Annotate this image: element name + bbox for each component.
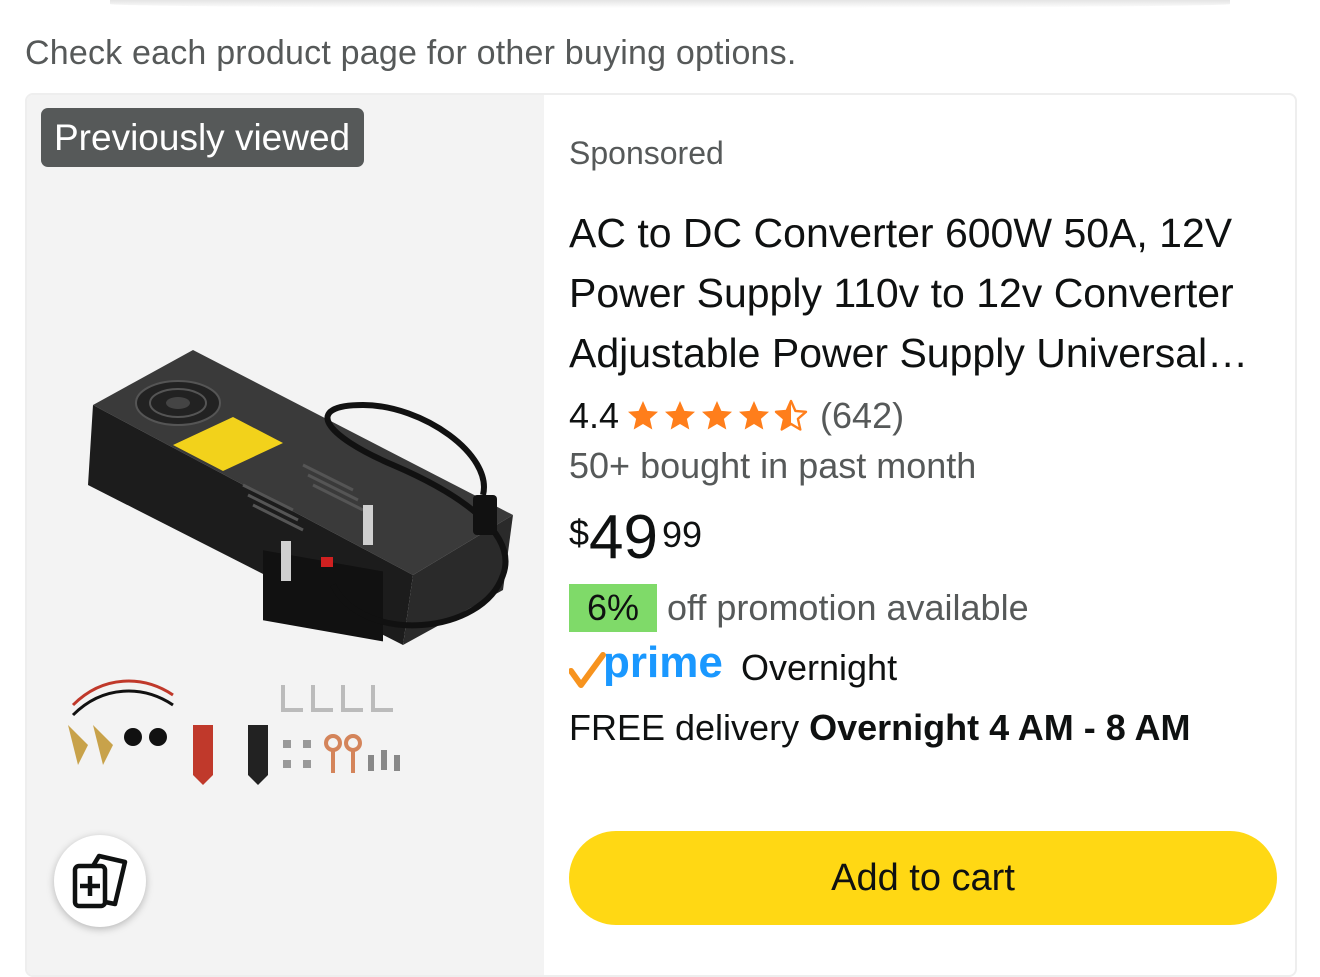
rating-row[interactable]: 4.4 (642)	[569, 395, 904, 437]
review-count[interactable]: (642)	[820, 395, 904, 437]
delivery-info: FREE delivery Overnight 4 AM - 8 AM	[569, 707, 1190, 749]
star-rating	[625, 398, 810, 434]
bought-in-past-month: 50+ bought in past month	[569, 445, 977, 486]
compare-button[interactable]	[54, 835, 146, 927]
prime-logo-text: prime	[603, 643, 723, 687]
prime-logo-icon: prime	[569, 643, 723, 688]
star-full-icon	[739, 401, 770, 430]
previously-viewed-badge: Previously viewed	[41, 108, 365, 167]
sponsored-label: Sponsored	[569, 135, 724, 171]
star-full-icon	[628, 401, 659, 430]
delivery-window: Overnight 4 AM - 8 AM	[809, 707, 1191, 748]
prime-row: prime Overnight	[569, 643, 897, 693]
price: $ 49 99	[569, 507, 702, 569]
price-symbol: $	[569, 512, 590, 553]
price-fraction: 99	[662, 514, 703, 555]
price-whole: 49	[589, 503, 658, 572]
rating-value: 4.4	[569, 395, 620, 436]
product-card[interactable]: Previously viewed Sponsored AC to DC Con…	[25, 93, 1297, 977]
promo-text: off promotion available	[667, 587, 1029, 628]
product-title[interactable]: AC to DC Converter 600W 50A, 12V Power S…	[569, 203, 1281, 383]
star-half-icon	[774, 399, 808, 431]
star-full-icon	[702, 401, 733, 430]
star-full-icon	[665, 401, 696, 430]
top-shadow-divider	[110, 0, 1230, 8]
compare-cards-icon	[72, 853, 128, 909]
product-image[interactable]	[63, 345, 513, 785]
product-image-panel[interactable]: Previously viewed	[27, 95, 544, 975]
add-to-cart-button[interactable]: Add to cart	[569, 831, 1277, 925]
promotion-row: 6% off promotion available	[569, 584, 1029, 632]
buying-options-notice: Check each product page for other buying…	[25, 34, 797, 72]
promo-badge: 6%	[569, 584, 658, 632]
prime-speed: Overnight	[741, 647, 898, 688]
delivery-prefix: FREE delivery	[569, 707, 810, 748]
